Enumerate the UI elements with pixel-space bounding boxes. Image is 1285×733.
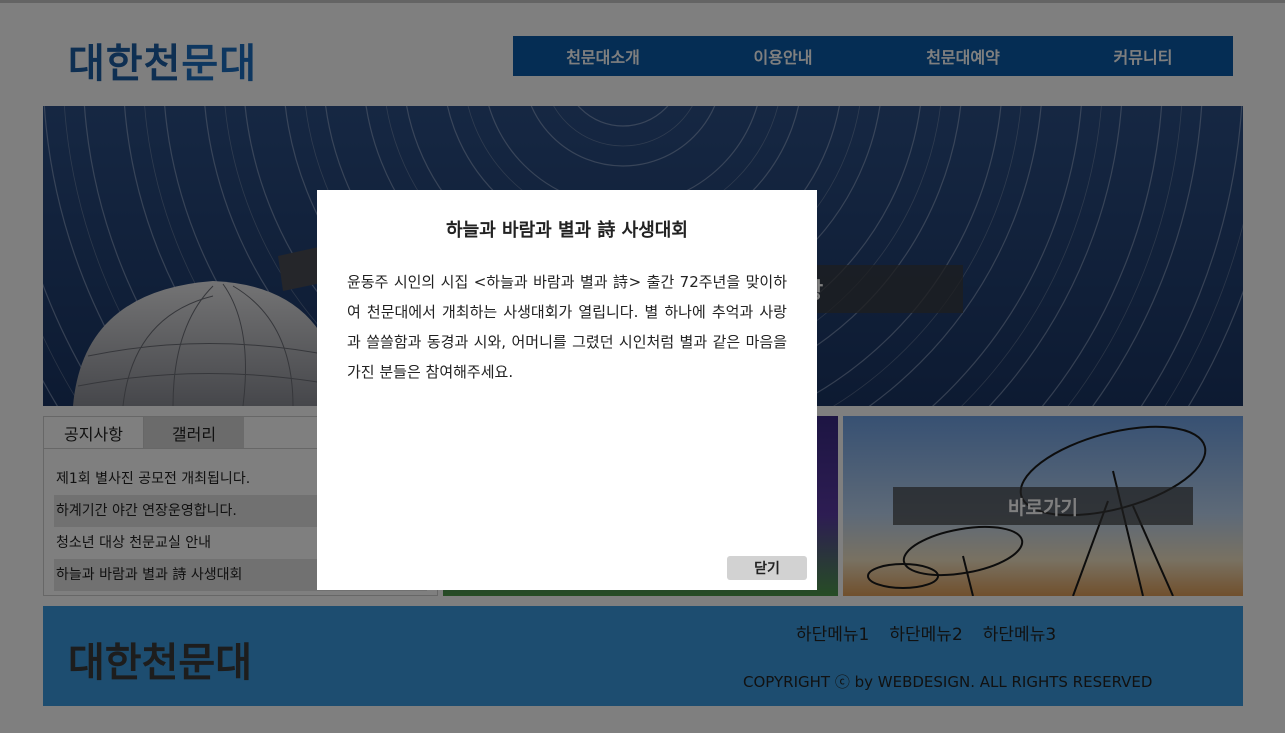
modal-title: 하늘과 바람과 별과 詩 사생대회: [446, 220, 688, 241]
close-button[interactable]: 닫기: [727, 556, 807, 580]
modal-body: 윤동주 시인의 시집 <하늘과 바람과 별과 詩> 출간 72주년을 맞이하여 …: [347, 273, 787, 381]
notice-modal: 하늘과 바람과 별과 詩 사생대회 윤동주 시인의 시집 <하늘과 바람과 별과…: [317, 190, 817, 590]
